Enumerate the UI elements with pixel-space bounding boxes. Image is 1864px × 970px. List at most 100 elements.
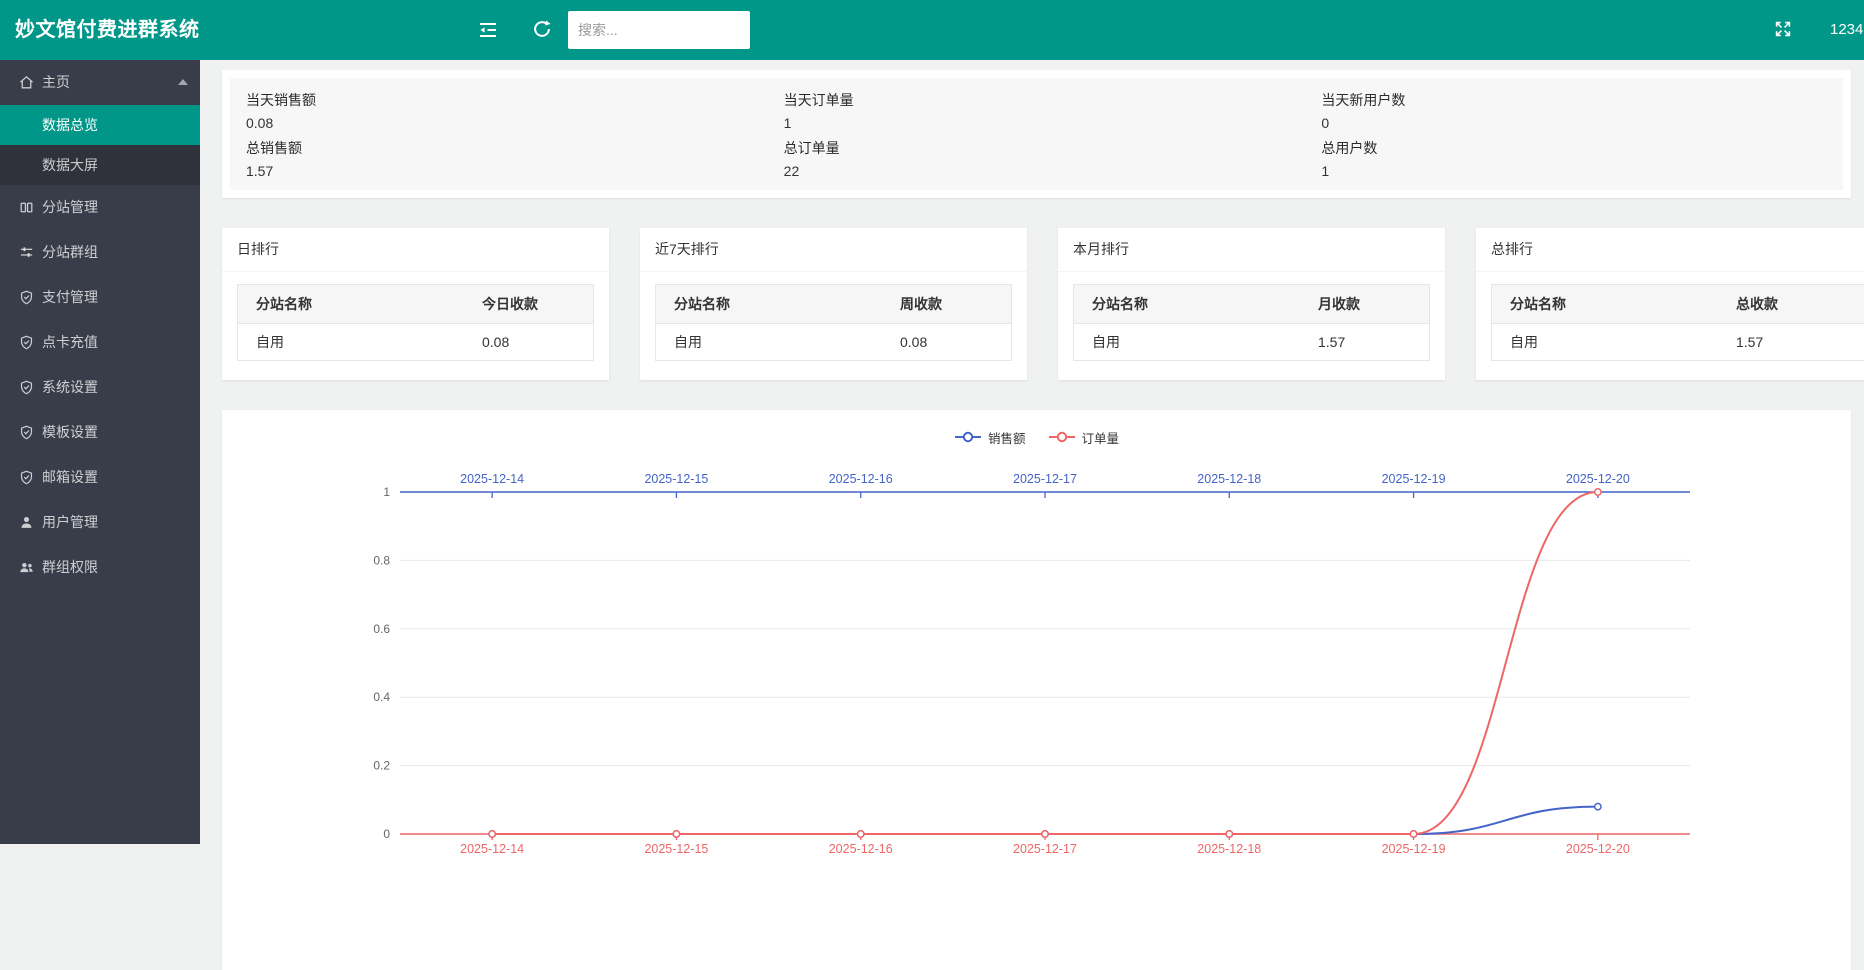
table-header-row: 分站名称总收款 xyxy=(1492,285,1864,324)
table-column-header: 分站名称 xyxy=(1492,285,1719,324)
stat-total-orders: 总订单量22 xyxy=(768,134,1306,182)
svg-text:2025-12-15: 2025-12-15 xyxy=(644,472,708,486)
sidebar-item-mailbox-settings[interactable]: 邮箱设置 xyxy=(0,455,200,500)
sidebar-item-home[interactable]: 主页 xyxy=(0,60,200,105)
sidebar-item-user-management[interactable]: 用户管理 xyxy=(0,500,200,545)
ranking-card-title: 本月排行 xyxy=(1058,228,1445,272)
refresh-icon[interactable] xyxy=(531,18,555,42)
sidebar-item-data-overview[interactable]: 数据总览 xyxy=(0,105,200,145)
sidebar-nav: 主页数据总览数据大屏分站管理分站群组支付管理点卡充值系统设置模板设置邮箱设置用户… xyxy=(0,60,200,844)
top-header: 妙文馆付费进群系统 12345 xyxy=(0,0,1864,60)
table-row: 自用0.08 xyxy=(656,324,1012,361)
stat-label: 总订单量 xyxy=(784,138,1306,158)
app-title: 妙文馆付费进群系统 xyxy=(15,0,200,60)
svg-text:0.4: 0.4 xyxy=(373,690,390,704)
svg-text:2025-12-17: 2025-12-17 xyxy=(1013,472,1077,486)
sidebar-item-label: 邮箱设置 xyxy=(42,469,98,485)
columns-icon xyxy=(18,199,35,216)
table-column-header: 周收款 xyxy=(882,285,1012,324)
stats-card: 当天销售额0.08当天订单量1当天新用户数0总销售额1.57总订单量22总用户数… xyxy=(222,70,1851,198)
svg-text:2025-12-18: 2025-12-18 xyxy=(1197,842,1261,856)
chart-legend: 销售额 订单量 xyxy=(222,410,1851,450)
menu-collapse-icon[interactable] xyxy=(476,18,500,42)
fullscreen-icon[interactable] xyxy=(1772,18,1796,42)
ranking-cards-row: 日排行分站名称今日收款自用0.08近7天排行分站名称周收款自用0.08本月排行分… xyxy=(222,228,1864,380)
chart-canvas: 00.20.40.60.812025-12-142025-12-152025-1… xyxy=(222,452,1851,872)
sidebar-item-label: 用户管理 xyxy=(42,514,98,530)
sidebar-item-card-recharge[interactable]: 点卡充值 xyxy=(0,320,200,365)
table-cell: 自用 xyxy=(238,324,465,361)
svg-text:2025-12-19: 2025-12-19 xyxy=(1382,842,1446,856)
sidebar-item-data-screen[interactable]: 数据大屏 xyxy=(0,145,200,185)
stat-value: 1.57 xyxy=(246,161,768,181)
chevron-up-icon xyxy=(178,79,188,85)
shield-check-icon xyxy=(18,424,35,441)
table-column-header: 今日收款 xyxy=(464,285,594,324)
ranking-card-title: 日排行 xyxy=(222,228,609,272)
stat-label: 总销售额 xyxy=(246,138,768,158)
ranking-table: 分站名称总收款自用1.57 xyxy=(1491,284,1864,361)
svg-text:0: 0 xyxy=(383,827,390,841)
ranking-card-body: 分站名称月收款自用1.57 xyxy=(1058,272,1445,361)
ranking-card-title: 近7天排行 xyxy=(640,228,1027,272)
sidebar-item-label: 模板设置 xyxy=(42,424,98,440)
table-row: 自用0.08 xyxy=(238,324,594,361)
shield-check-icon xyxy=(18,469,35,486)
stat-total-sales: 总销售额 1.57 xyxy=(230,134,768,182)
ranking-table: 分站名称月收款自用1.57 xyxy=(1073,284,1430,361)
y-axis-labels: 00.20.40.60.81 xyxy=(373,485,390,841)
sidebar-item-group-permissions[interactable]: 群组权限 xyxy=(0,545,200,590)
stat-value: 0.08 xyxy=(246,113,768,133)
svg-text:0.8: 0.8 xyxy=(373,553,390,567)
svg-text:0.2: 0.2 xyxy=(373,759,390,773)
svg-text:2025-12-16: 2025-12-16 xyxy=(829,842,893,856)
stat-total-users: 总用户数1 xyxy=(1305,134,1843,182)
table-column-header: 分站名称 xyxy=(656,285,883,324)
stat-today-new-users: 当天新用户数 0 xyxy=(1305,86,1843,134)
sidebar-item-label: 主页 xyxy=(42,74,70,90)
svg-text:2025-12-20: 2025-12-20 xyxy=(1566,842,1630,856)
sidebar-item-label: 群组权限 xyxy=(42,559,98,575)
legend-item-0[interactable]: 销售额 xyxy=(954,428,1026,447)
legend-label: 订单量 xyxy=(1082,428,1120,447)
sidebar-item-label: 分站群组 xyxy=(42,244,98,260)
sales-orders-chart: 00.20.40.60.812025-12-142025-12-152025-1… xyxy=(222,452,1851,872)
table-column-header: 月收款 xyxy=(1300,285,1430,324)
ranking-card-body: 分站名称周收款自用0.08 xyxy=(640,272,1027,361)
table-cell: 0.08 xyxy=(882,324,1012,361)
sidebar-item-system-settings[interactable]: 系统设置 xyxy=(0,365,200,410)
svg-text:2025-12-14: 2025-12-14 xyxy=(460,842,524,856)
stat-label: 当天新用户数 xyxy=(1321,90,1843,110)
table-column-header: 分站名称 xyxy=(238,285,465,324)
sidebar-item-label: 系统设置 xyxy=(42,379,98,395)
table-cell: 0.08 xyxy=(464,324,594,361)
ranking-card-body: 分站名称今日收款自用0.08 xyxy=(222,272,609,361)
user-menu[interactable]: 12345 xyxy=(1830,0,1864,60)
table-cell: 1.57 xyxy=(1718,324,1864,361)
dashboard-page: { "app": { "title": "妙文馆付费进群系统" }, "head… xyxy=(0,0,1864,844)
svg-text:2025-12-15: 2025-12-15 xyxy=(644,842,708,856)
stats-panel: 当天销售额0.08当天订单量1当天新用户数0总销售额1.57总订单量22总用户数… xyxy=(230,78,1843,190)
sidebar-item-label: 支付管理 xyxy=(42,289,98,305)
legend-label: 销售额 xyxy=(988,428,1026,447)
series-line-1 xyxy=(489,489,1601,837)
ranking-table: 分站名称今日收款自用0.08 xyxy=(237,284,594,361)
sidebar-item-payment-management[interactable]: 支付管理 xyxy=(0,275,200,320)
svg-text:0.6: 0.6 xyxy=(373,622,390,636)
sliders-icon xyxy=(18,244,35,261)
table-header-row: 分站名称月收款 xyxy=(1074,285,1430,324)
user-icon xyxy=(18,514,35,531)
sidebar-item-substation-management[interactable]: 分站管理 xyxy=(0,185,200,230)
legend-item-1[interactable]: 订单量 xyxy=(1048,428,1120,447)
sidebar-item-substation-groups[interactable]: 分站群组 xyxy=(0,230,200,275)
stat-value: 0 xyxy=(1321,113,1843,133)
svg-text:2025-12-14: 2025-12-14 xyxy=(460,472,524,486)
ranking-card-month: 本月排行分站名称月收款自用1.57 xyxy=(1058,228,1445,380)
search-input[interactable] xyxy=(568,11,750,49)
svg-text:2025-12-20: 2025-12-20 xyxy=(1566,472,1630,486)
sidebar-item-template-settings[interactable]: 模板设置 xyxy=(0,410,200,455)
svg-text:2025-12-19: 2025-12-19 xyxy=(1382,472,1446,486)
shield-check-icon xyxy=(18,379,35,396)
sidebar-item-label: 点卡充值 xyxy=(42,334,98,350)
main-content: 当天销售额0.08当天订单量1当天新用户数0总销售额1.57总订单量22总用户数… xyxy=(200,60,1864,844)
